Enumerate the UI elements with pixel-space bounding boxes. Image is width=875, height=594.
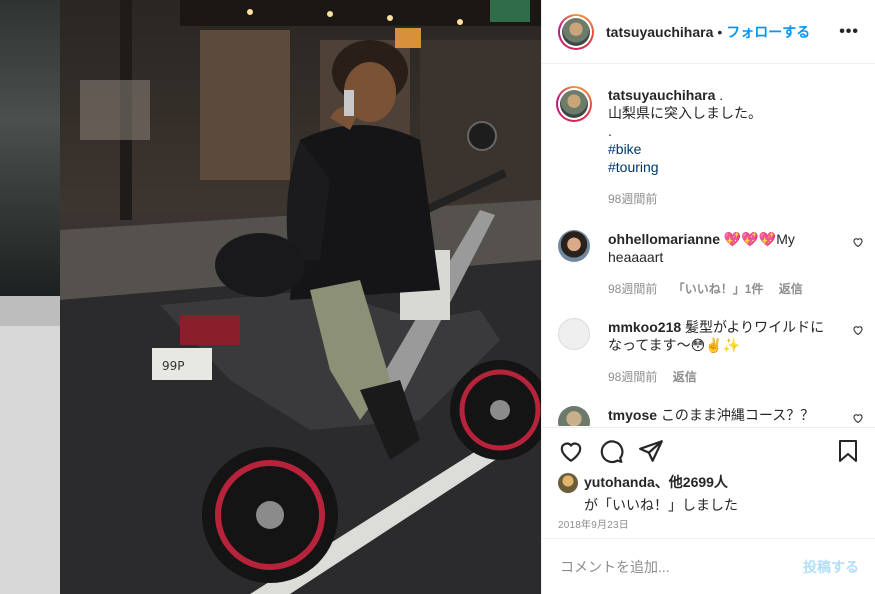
commenter-username[interactable]: ohhellomarianne <box>608 231 720 247</box>
post-header: tatsuyauchihara • フォローする ••• <box>542 0 875 64</box>
add-comment-bar: 投稿する <box>542 538 875 594</box>
comment-item: ohhellomarianne 💖💖💖My heaaaart 98週間前 「いい… <box>558 230 863 298</box>
separator-dot: • <box>717 23 723 40</box>
comment-meta: 98週間前 返信 <box>608 368 838 386</box>
commenter-username[interactable]: mmkoo218 <box>608 319 681 335</box>
commenter-avatar[interactable] <box>558 406 590 426</box>
commenter-username[interactable]: tmyose <box>608 407 657 423</box>
likes-others[interactable]: 、他2699人 <box>655 474 728 490</box>
post-comment-button[interactable]: 投稿する <box>803 557 859 577</box>
commenter-avatar[interactable] <box>558 318 590 350</box>
avatar-image <box>562 17 590 46</box>
caption-line2: . <box>608 123 612 139</box>
reply-button[interactable]: 返信 <box>673 370 697 384</box>
liker-username[interactable]: yutohanda <box>584 474 655 490</box>
post-actions: yutohanda、他2699人 が「いいね！」しました 2018年9月23日 <box>542 427 875 531</box>
comment-time[interactable]: 98週間前 <box>608 370 657 384</box>
comment-meta: 98週間前 「いいね！」1件 返信 <box>608 280 838 298</box>
caption-username[interactable]: tatsuyauchihara <box>608 87 715 103</box>
motorcycle-photo-illustration: 99P <box>60 0 541 594</box>
likes-summary: yutohanda、他2699人 が「いいね！」しました <box>558 472 738 515</box>
previous-post-bottom <box>0 326 60 594</box>
comment-item: tmyose このまま沖縄コース？？ <box>558 406 863 426</box>
comments-list[interactable]: tatsuyauchihara . 山梨県に突入しました。 . #bike #t… <box>542 64 875 426</box>
comment-body: tmyose このまま沖縄コース？？ <box>608 406 838 426</box>
comment-item: mmkoo218 髪型がよりワイルドになってます〜😳✌️✨ 98週間前 返信 <box>558 318 863 386</box>
post-date[interactable]: 2018年9月23日 <box>558 516 629 531</box>
comment-input[interactable] <box>558 557 803 576</box>
comment-text: このまま沖縄コース？？ <box>660 407 815 423</box>
post-photo[interactable]: 99P <box>60 0 541 594</box>
bookmark-save-icon[interactable] <box>836 438 860 464</box>
hashtag-bike[interactable]: #bike <box>608 140 838 158</box>
reply-button[interactable]: 返信 <box>779 282 803 296</box>
likes-suffix: が「いいね！」しました <box>584 497 738 514</box>
caption-avatar-image <box>560 90 588 118</box>
author-username[interactable]: tatsuyauchihara <box>606 24 713 40</box>
comment-likes[interactable]: 「いいね！」1件 <box>673 282 764 296</box>
liker-avatar[interactable] <box>558 473 578 494</box>
comment-like-heart-icon[interactable] <box>852 324 864 336</box>
author-avatar[interactable] <box>558 13 594 50</box>
caption-avatar[interactable] <box>556 86 592 122</box>
share-send-icon[interactable] <box>638 438 664 464</box>
comment-body: ohhellomarianne 💖💖💖My heaaaart 98週間前 「いい… <box>608 230 838 298</box>
post-side-panel: tatsuyauchihara • フォローする ••• tatsuyauchi… <box>541 0 875 594</box>
comment-like-heart-icon[interactable] <box>852 236 864 248</box>
caption-body: tatsuyauchihara . 山梨県に突入しました。 . #bike #t… <box>608 86 838 208</box>
action-icons <box>558 438 860 464</box>
comment-like-heart-icon[interactable] <box>852 412 864 424</box>
caption-meta: 98週間前 <box>608 190 838 208</box>
previous-post-divider <box>0 296 60 326</box>
comment-bubble-icon[interactable] <box>598 438 624 464</box>
comment-body: mmkoo218 髪型がよりワイルドになってます〜😳✌️✨ 98週間前 返信 <box>608 318 838 386</box>
comment-time[interactable]: 98週間前 <box>608 282 657 296</box>
previous-post-top <box>0 0 60 300</box>
hashtag-touring[interactable]: #touring <box>608 158 838 176</box>
svg-text:99P: 99P <box>162 359 185 373</box>
caption-row: tatsuyauchihara . 山梨県に突入しました。 . #bike #t… <box>556 86 858 208</box>
caption-time[interactable]: 98週間前 <box>608 192 657 206</box>
more-options-icon[interactable]: ••• <box>839 23 859 41</box>
previous-post-edge <box>0 0 60 594</box>
commenter-avatar[interactable] <box>558 230 590 262</box>
caption-line1: 山梨県に突入しました。 <box>608 105 762 121</box>
caption-suffix: . <box>719 87 724 103</box>
follow-button[interactable]: フォローする <box>726 22 810 42</box>
like-heart-icon[interactable] <box>558 438 584 464</box>
